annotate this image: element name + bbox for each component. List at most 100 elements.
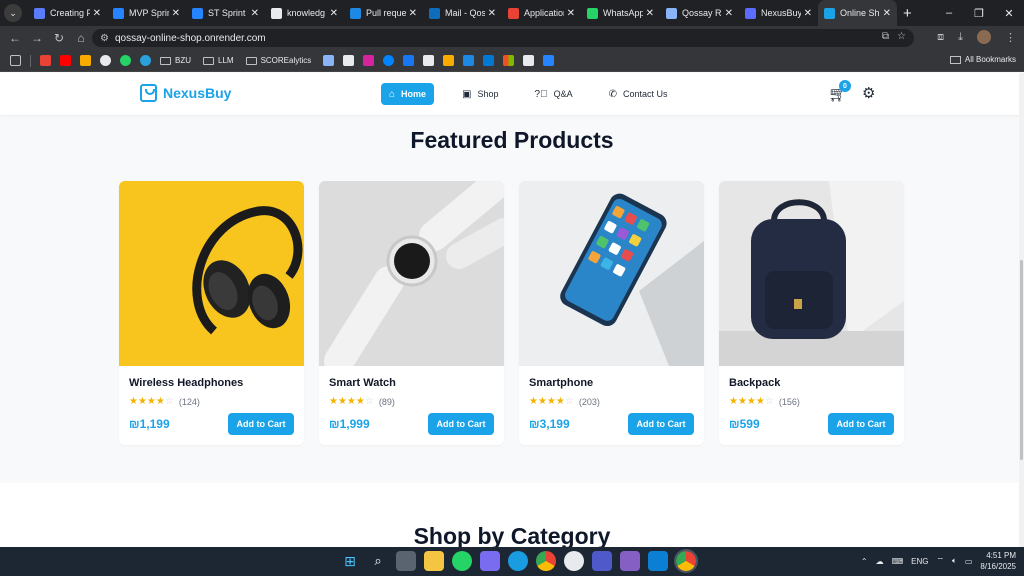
tab-close-icon[interactable]: ✕ <box>330 8 338 19</box>
volume-icon[interactable]: 🔈︎ <box>952 556 957 566</box>
telegram-bookmark-icon[interactable] <box>140 55 151 66</box>
bookmark-icon[interactable] <box>523 55 535 66</box>
microsoft-bookmark-icon[interactable] <box>503 55 515 66</box>
browser-tab[interactable]: Pull reque ✕ <box>344 0 423 26</box>
minimize-button[interactable]: – <box>934 0 964 26</box>
downloads-icon[interactable]: ⤓ <box>958 31 963 44</box>
browser-tab[interactable]: Creating P ✕ <box>28 0 107 26</box>
chrome-active-icon[interactable] <box>674 549 698 573</box>
slack-icon[interactable] <box>564 551 584 571</box>
browser-tab[interactable]: knowledg ✕ <box>265 0 344 26</box>
product-name[interactable]: Smart Watch <box>329 377 396 389</box>
site-logo[interactable]: NexusBuy <box>140 84 231 102</box>
bookmark-icon[interactable] <box>323 55 335 66</box>
windows-start-icon[interactable]: ⊞ <box>340 551 360 571</box>
product-card[interactable]: Wireless Headphones ★★★★☆ (124) ₪1,199 Ad… <box>119 181 304 445</box>
messenger-bookmark-icon[interactable] <box>383 55 395 66</box>
tab-close-icon[interactable]: ✕ <box>488 8 496 19</box>
browser-tab[interactable]: MVP Sprin ✕ <box>107 0 186 26</box>
product-name[interactable]: Smartphone <box>529 377 593 389</box>
browser-tab[interactable]: NexusBuy ✕ <box>739 0 818 26</box>
browser-tab[interactable]: ST Sprint ✕ <box>186 0 265 26</box>
jira-bookmark-icon[interactable] <box>543 55 555 66</box>
bookmark-icon[interactable] <box>463 55 475 66</box>
install-app-icon[interactable]: ⧉ <box>882 31 889 42</box>
add-to-cart-button[interactable]: Add to Cart <box>428 413 494 435</box>
visual-studio-icon[interactable] <box>620 551 640 571</box>
chrome-icon[interactable] <box>536 551 556 571</box>
tab-close-icon[interactable]: ✕ <box>646 8 654 19</box>
nav-contact[interactable]: ✆ Contact Us <box>601 83 676 105</box>
bookmark-icon[interactable] <box>483 55 495 66</box>
product-image-smartphone[interactable] <box>519 181 704 366</box>
product-name[interactable]: Backpack <box>729 377 780 389</box>
youtube-bookmark-icon[interactable] <box>60 55 71 66</box>
restore-button[interactable]: ❐ <box>964 0 994 26</box>
settings-gear-icon[interactable]: ⚙ <box>862 84 875 102</box>
keyboard-icon[interactable]: ⌨ <box>892 557 904 566</box>
tab-search-button[interactable]: ⌄ <box>4 4 22 22</box>
nav-shop[interactable]: ▣ Shop <box>454 83 506 105</box>
github-bookmark-icon[interactable] <box>100 55 111 66</box>
tab-close-icon[interactable]: ✕ <box>725 8 733 19</box>
tab-close-icon[interactable]: ✕ <box>567 8 575 19</box>
language-indicator[interactable]: ENG <box>911 557 928 566</box>
file-explorer-icon[interactable] <box>424 551 444 571</box>
all-bookmarks-button[interactable]: All Bookmarks <box>949 55 1016 64</box>
chevron-up-icon[interactable]: ⌃ <box>861 557 868 566</box>
task-view-icon[interactable] <box>396 551 416 571</box>
tab-close-icon[interactable]: ✕ <box>93 8 101 19</box>
bookmark-folder-bzu[interactable]: BZU <box>160 56 191 65</box>
bookmark-folder-scorealytics[interactable]: SCOREalytics <box>245 56 311 65</box>
battery-icon[interactable]: ▭ <box>965 557 973 566</box>
back-button[interactable]: ← <box>4 31 26 45</box>
add-to-cart-button[interactable]: Add to Cart <box>228 413 294 435</box>
tab-close-icon[interactable]: ✕ <box>409 8 417 19</box>
product-card[interactable]: Backpack ★★★★☆ (156) ₪599 Add to Cart <box>719 181 904 445</box>
product-image-backpack[interactable] <box>719 181 904 366</box>
facebook-bookmark-icon[interactable] <box>403 55 415 66</box>
app-icon[interactable] <box>480 551 500 571</box>
browser-tab[interactable]: Application✕ <box>502 0 581 26</box>
whatsapp-bookmark-icon[interactable] <box>120 55 131 66</box>
scrollbar-thumb[interactable] <box>1020 260 1023 460</box>
tab-close-icon[interactable]: ✕ <box>172 8 180 19</box>
edge-icon[interactable] <box>508 551 528 571</box>
address-bar[interactable]: ⚙ qossay-online-shop.onrender.com ⧉ ☆ <box>92 29 914 47</box>
search-icon[interactable]: ⌕ <box>368 551 388 571</box>
bookmark-icon[interactable] <box>443 55 455 66</box>
product-image-headphones[interactable] <box>119 181 304 366</box>
nav-qa[interactable]: ?⃝ Q&A <box>527 83 581 105</box>
apps-grid-icon[interactable] <box>10 55 21 66</box>
bookmark-folder-llm[interactable]: LLM <box>203 56 234 65</box>
teams-icon[interactable] <box>592 551 612 571</box>
tab-close-icon[interactable]: ✕ <box>804 8 812 19</box>
bookmark-star-icon[interactable]: ☆ <box>897 31 906 42</box>
instagram-bookmark-icon[interactable] <box>363 55 375 66</box>
profile-avatar[interactable] <box>977 30 991 44</box>
add-to-cart-button[interactable]: Add to Cart <box>828 413 894 435</box>
wifi-icon[interactable]: ⌔ <box>937 556 945 566</box>
product-name[interactable]: Wireless Headphones <box>129 377 243 389</box>
product-card[interactable]: Smart Watch ★★★★☆ (89) ₪1,999 Add to Cart <box>319 181 504 445</box>
product-image-smart-watch[interactable] <box>319 181 504 366</box>
nav-home[interactable]: ⌂ Home <box>381 83 435 105</box>
browser-tab[interactable]: Mail - Qos ✕ <box>423 0 502 26</box>
tab-close-icon[interactable]: ✕ <box>251 8 259 19</box>
browser-tab[interactable]: Qossay Ri ✕ <box>660 0 739 26</box>
browser-tab[interactable]: Online Sh ✕ <box>818 0 897 26</box>
browser-tab[interactable]: WhatsApp ✕ <box>581 0 660 26</box>
home-browser-button[interactable]: ⌂ <box>70 31 92 45</box>
extensions-icon[interactable]: ⧈ <box>937 31 944 44</box>
bookmark-icon[interactable] <box>343 55 355 66</box>
new-tab-button[interactable]: + <box>903 5 912 22</box>
vscode-icon[interactable] <box>648 551 668 571</box>
clock[interactable]: 4:51 PM 8/16/2025 <box>980 550 1016 572</box>
gmail-bookmark-icon[interactable] <box>40 55 51 66</box>
bookmark-icon[interactable] <box>423 55 435 66</box>
tab-close-icon[interactable]: ✕ <box>883 8 891 19</box>
site-info-icon[interactable]: ⚙ <box>100 33 109 44</box>
whatsapp-icon[interactable] <box>452 551 472 571</box>
forward-button[interactable]: → <box>26 31 48 45</box>
reload-button[interactable]: ↻ <box>48 31 70 45</box>
